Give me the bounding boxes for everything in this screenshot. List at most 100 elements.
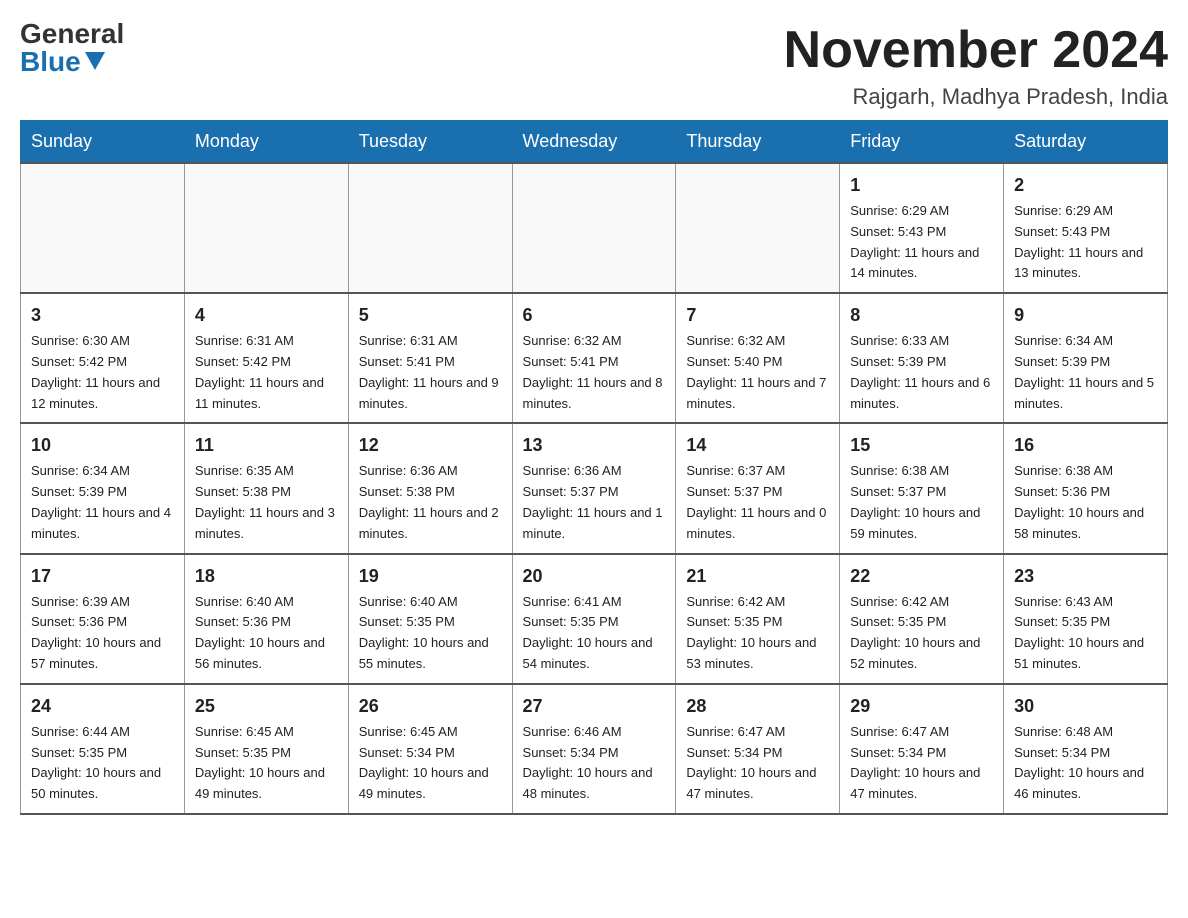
day-info: Sunrise: 6:33 AM Sunset: 5:39 PM Dayligh… — [850, 331, 993, 414]
day-number: 12 — [359, 432, 502, 459]
table-row — [676, 163, 840, 293]
day-number: 16 — [1014, 432, 1157, 459]
day-number: 7 — [686, 302, 829, 329]
calendar-week-row: 24Sunrise: 6:44 AM Sunset: 5:35 PM Dayli… — [21, 684, 1168, 814]
table-row: 12Sunrise: 6:36 AM Sunset: 5:38 PM Dayli… — [348, 423, 512, 553]
day-number: 11 — [195, 432, 338, 459]
day-info: Sunrise: 6:44 AM Sunset: 5:35 PM Dayligh… — [31, 722, 174, 805]
day-number: 2 — [1014, 172, 1157, 199]
day-number: 14 — [686, 432, 829, 459]
day-info: Sunrise: 6:29 AM Sunset: 5:43 PM Dayligh… — [1014, 201, 1157, 284]
col-friday: Friday — [840, 121, 1004, 164]
logo-blue-text: Blue — [20, 48, 105, 76]
day-info: Sunrise: 6:36 AM Sunset: 5:37 PM Dayligh… — [523, 461, 666, 544]
table-row: 3Sunrise: 6:30 AM Sunset: 5:42 PM Daylig… — [21, 293, 185, 423]
table-row: 1Sunrise: 6:29 AM Sunset: 5:43 PM Daylig… — [840, 163, 1004, 293]
day-number: 28 — [686, 693, 829, 720]
day-number: 17 — [31, 563, 174, 590]
col-thursday: Thursday — [676, 121, 840, 164]
day-info: Sunrise: 6:46 AM Sunset: 5:34 PM Dayligh… — [523, 722, 666, 805]
day-number: 26 — [359, 693, 502, 720]
table-row: 21Sunrise: 6:42 AM Sunset: 5:35 PM Dayli… — [676, 554, 840, 684]
day-info: Sunrise: 6:40 AM Sunset: 5:35 PM Dayligh… — [359, 592, 502, 675]
calendar-week-row: 1Sunrise: 6:29 AM Sunset: 5:43 PM Daylig… — [21, 163, 1168, 293]
day-number: 25 — [195, 693, 338, 720]
day-info: Sunrise: 6:32 AM Sunset: 5:40 PM Dayligh… — [686, 331, 829, 414]
table-row: 5Sunrise: 6:31 AM Sunset: 5:41 PM Daylig… — [348, 293, 512, 423]
table-row: 6Sunrise: 6:32 AM Sunset: 5:41 PM Daylig… — [512, 293, 676, 423]
day-info: Sunrise: 6:36 AM Sunset: 5:38 PM Dayligh… — [359, 461, 502, 544]
day-number: 3 — [31, 302, 174, 329]
table-row: 16Sunrise: 6:38 AM Sunset: 5:36 PM Dayli… — [1004, 423, 1168, 553]
day-number: 29 — [850, 693, 993, 720]
day-info: Sunrise: 6:31 AM Sunset: 5:41 PM Dayligh… — [359, 331, 502, 414]
day-number: 5 — [359, 302, 502, 329]
table-row: 26Sunrise: 6:45 AM Sunset: 5:34 PM Dayli… — [348, 684, 512, 814]
day-info: Sunrise: 6:31 AM Sunset: 5:42 PM Dayligh… — [195, 331, 338, 414]
page-header: General Blue November 2024 Rajgarh, Madh… — [20, 20, 1168, 110]
day-number: 21 — [686, 563, 829, 590]
day-number: 18 — [195, 563, 338, 590]
logo-general-text: General — [20, 20, 124, 48]
day-info: Sunrise: 6:45 AM Sunset: 5:34 PM Dayligh… — [359, 722, 502, 805]
table-row: 19Sunrise: 6:40 AM Sunset: 5:35 PM Dayli… — [348, 554, 512, 684]
day-info: Sunrise: 6:38 AM Sunset: 5:37 PM Dayligh… — [850, 461, 993, 544]
table-row: 23Sunrise: 6:43 AM Sunset: 5:35 PM Dayli… — [1004, 554, 1168, 684]
table-row: 28Sunrise: 6:47 AM Sunset: 5:34 PM Dayli… — [676, 684, 840, 814]
col-monday: Monday — [184, 121, 348, 164]
col-wednesday: Wednesday — [512, 121, 676, 164]
day-number: 24 — [31, 693, 174, 720]
calendar-subtitle: Rajgarh, Madhya Pradesh, India — [784, 84, 1168, 110]
logo-triangle-icon — [85, 52, 105, 70]
table-row — [512, 163, 676, 293]
day-number: 20 — [523, 563, 666, 590]
table-row: 24Sunrise: 6:44 AM Sunset: 5:35 PM Dayli… — [21, 684, 185, 814]
calendar-table: Sunday Monday Tuesday Wednesday Thursday… — [20, 120, 1168, 815]
day-number: 22 — [850, 563, 993, 590]
calendar-week-row: 3Sunrise: 6:30 AM Sunset: 5:42 PM Daylig… — [21, 293, 1168, 423]
day-number: 15 — [850, 432, 993, 459]
day-info: Sunrise: 6:40 AM Sunset: 5:36 PM Dayligh… — [195, 592, 338, 675]
day-info: Sunrise: 6:38 AM Sunset: 5:36 PM Dayligh… — [1014, 461, 1157, 544]
day-info: Sunrise: 6:30 AM Sunset: 5:42 PM Dayligh… — [31, 331, 174, 414]
day-info: Sunrise: 6:47 AM Sunset: 5:34 PM Dayligh… — [686, 722, 829, 805]
day-number: 8 — [850, 302, 993, 329]
day-number: 13 — [523, 432, 666, 459]
table-row: 9Sunrise: 6:34 AM Sunset: 5:39 PM Daylig… — [1004, 293, 1168, 423]
day-number: 27 — [523, 693, 666, 720]
day-info: Sunrise: 6:37 AM Sunset: 5:37 PM Dayligh… — [686, 461, 829, 544]
table-row: 7Sunrise: 6:32 AM Sunset: 5:40 PM Daylig… — [676, 293, 840, 423]
table-row — [184, 163, 348, 293]
table-row: 13Sunrise: 6:36 AM Sunset: 5:37 PM Dayli… — [512, 423, 676, 553]
day-info: Sunrise: 6:42 AM Sunset: 5:35 PM Dayligh… — [850, 592, 993, 675]
table-row: 22Sunrise: 6:42 AM Sunset: 5:35 PM Dayli… — [840, 554, 1004, 684]
calendar-title: November 2024 — [784, 20, 1168, 80]
table-row: 17Sunrise: 6:39 AM Sunset: 5:36 PM Dayli… — [21, 554, 185, 684]
day-info: Sunrise: 6:43 AM Sunset: 5:35 PM Dayligh… — [1014, 592, 1157, 675]
day-number: 6 — [523, 302, 666, 329]
day-number: 9 — [1014, 302, 1157, 329]
col-saturday: Saturday — [1004, 121, 1168, 164]
table-row: 20Sunrise: 6:41 AM Sunset: 5:35 PM Dayli… — [512, 554, 676, 684]
day-info: Sunrise: 6:39 AM Sunset: 5:36 PM Dayligh… — [31, 592, 174, 675]
day-number: 4 — [195, 302, 338, 329]
col-sunday: Sunday — [21, 121, 185, 164]
day-info: Sunrise: 6:29 AM Sunset: 5:43 PM Dayligh… — [850, 201, 993, 284]
table-row — [348, 163, 512, 293]
day-number: 1 — [850, 172, 993, 199]
table-row: 2Sunrise: 6:29 AM Sunset: 5:43 PM Daylig… — [1004, 163, 1168, 293]
day-info: Sunrise: 6:47 AM Sunset: 5:34 PM Dayligh… — [850, 722, 993, 805]
day-info: Sunrise: 6:41 AM Sunset: 5:35 PM Dayligh… — [523, 592, 666, 675]
day-number: 30 — [1014, 693, 1157, 720]
table-row: 29Sunrise: 6:47 AM Sunset: 5:34 PM Dayli… — [840, 684, 1004, 814]
table-row: 25Sunrise: 6:45 AM Sunset: 5:35 PM Dayli… — [184, 684, 348, 814]
table-row: 30Sunrise: 6:48 AM Sunset: 5:34 PM Dayli… — [1004, 684, 1168, 814]
table-row: 14Sunrise: 6:37 AM Sunset: 5:37 PM Dayli… — [676, 423, 840, 553]
title-block: November 2024 Rajgarh, Madhya Pradesh, I… — [784, 20, 1168, 110]
calendar-week-row: 17Sunrise: 6:39 AM Sunset: 5:36 PM Dayli… — [21, 554, 1168, 684]
day-info: Sunrise: 6:45 AM Sunset: 5:35 PM Dayligh… — [195, 722, 338, 805]
day-info: Sunrise: 6:48 AM Sunset: 5:34 PM Dayligh… — [1014, 722, 1157, 805]
day-info: Sunrise: 6:34 AM Sunset: 5:39 PM Dayligh… — [1014, 331, 1157, 414]
table-row: 11Sunrise: 6:35 AM Sunset: 5:38 PM Dayli… — [184, 423, 348, 553]
day-info: Sunrise: 6:35 AM Sunset: 5:38 PM Dayligh… — [195, 461, 338, 544]
